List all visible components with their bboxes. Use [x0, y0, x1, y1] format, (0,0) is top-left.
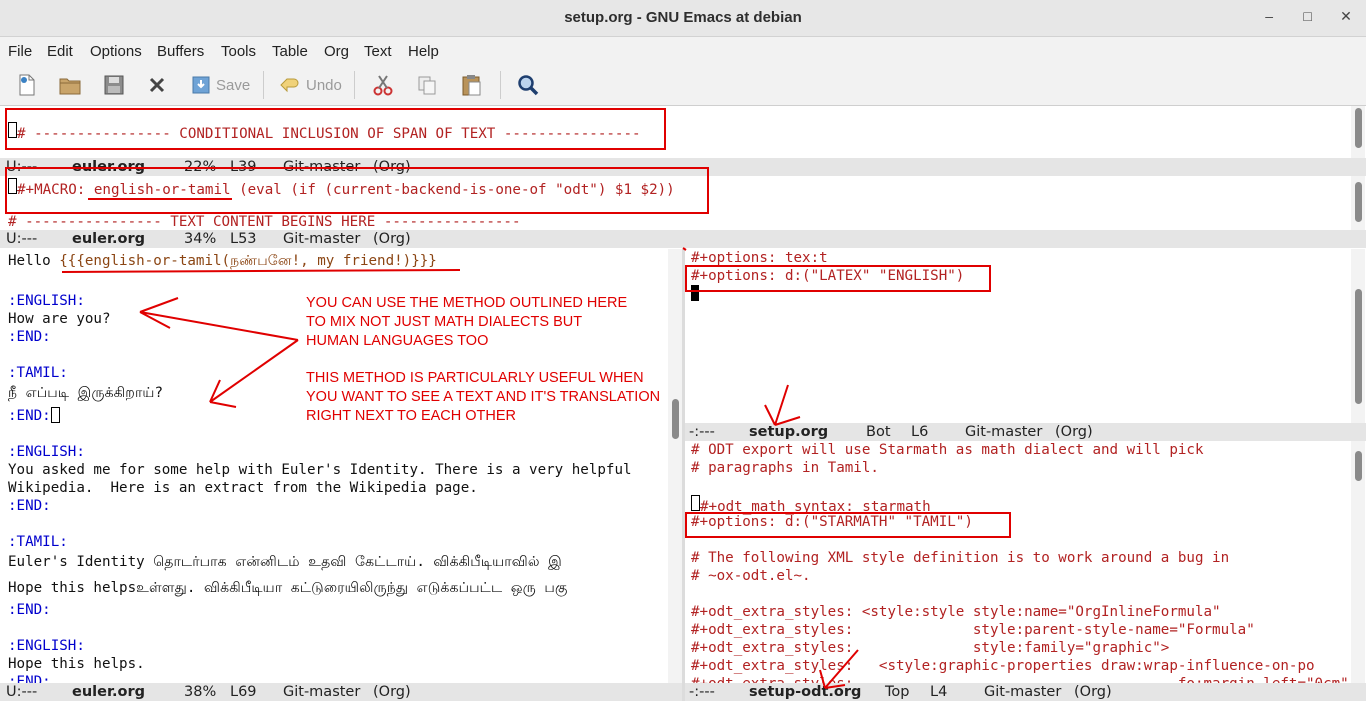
arrow-to-tamil — [209, 339, 299, 408]
arrow-to-setup-odt — [819, 649, 859, 689]
underline-hello-macro — [61, 269, 461, 273]
tick-mark — [682, 247, 687, 251]
annotation-strokes — [61, 198, 859, 689]
arrow-to-setup — [764, 384, 801, 426]
arrow-to-english — [139, 297, 299, 341]
